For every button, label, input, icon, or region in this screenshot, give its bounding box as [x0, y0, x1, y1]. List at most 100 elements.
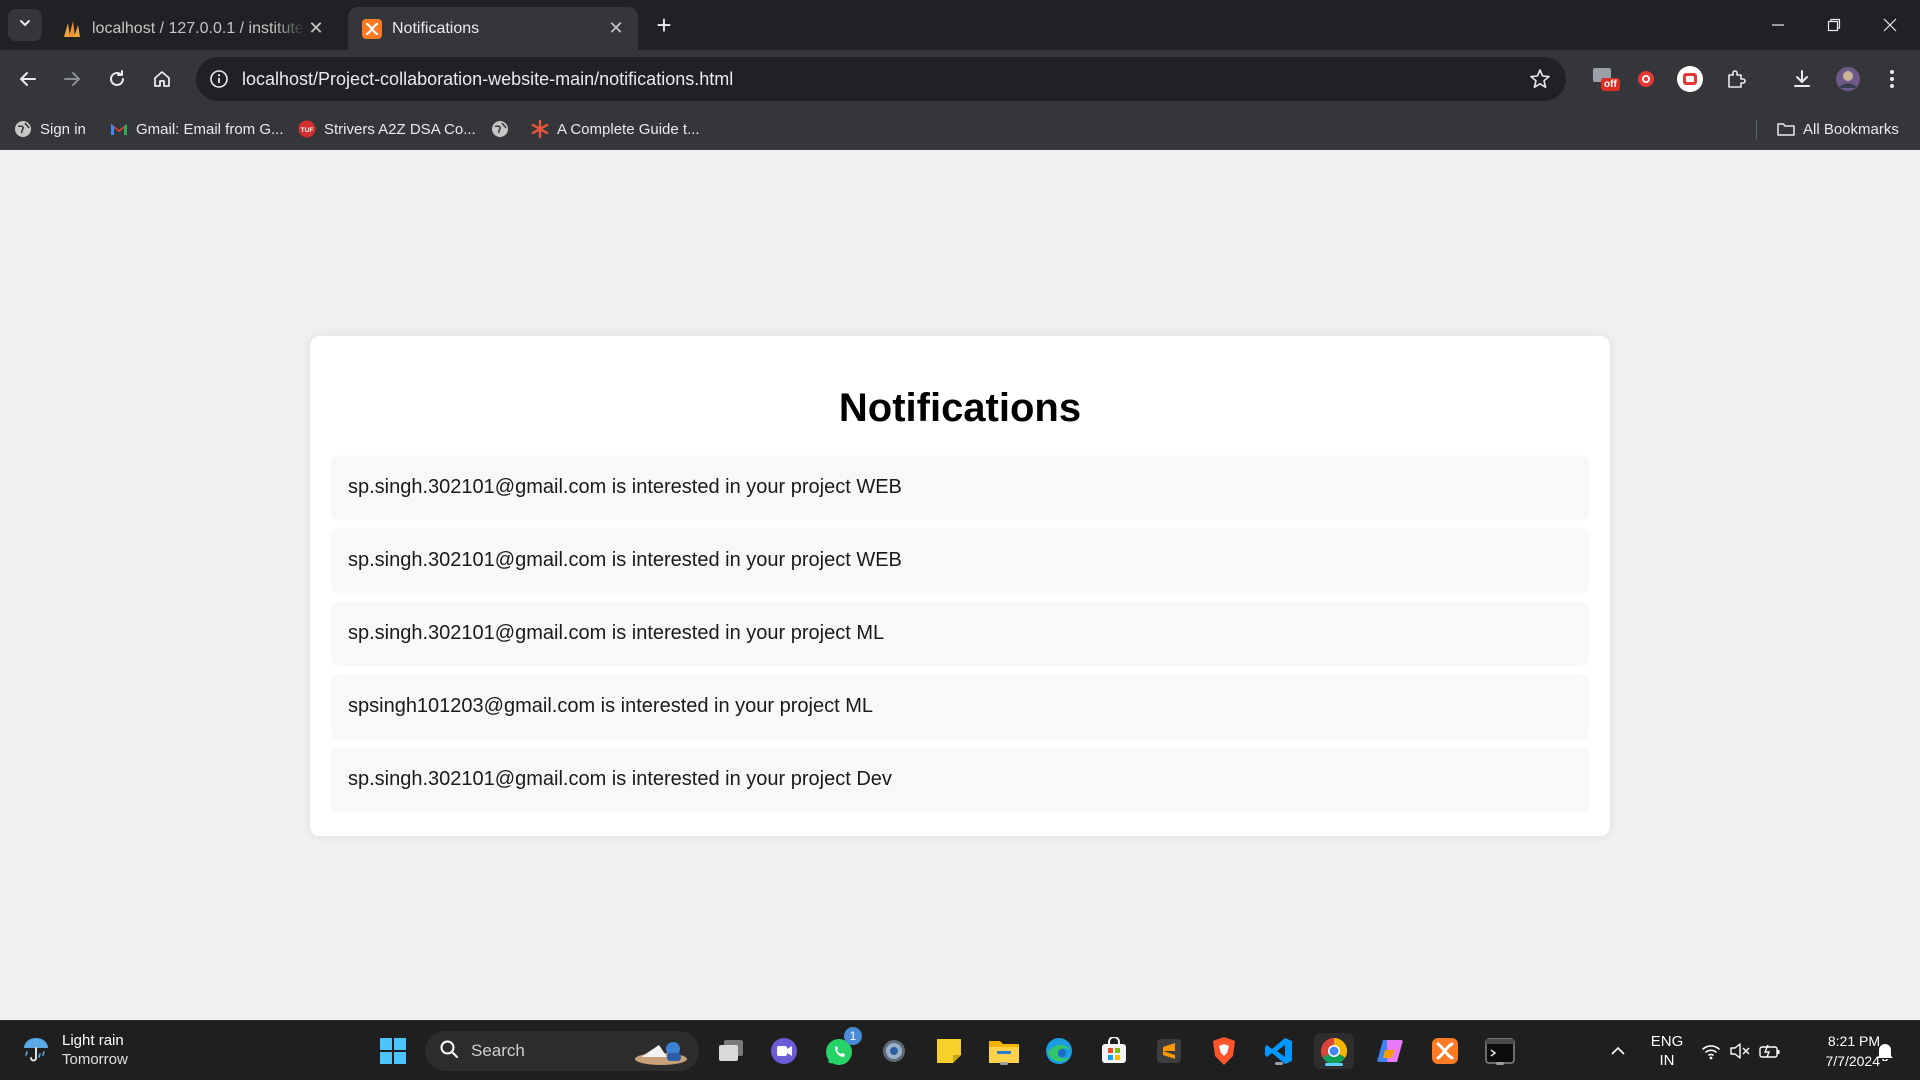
plus-icon: +	[656, 9, 672, 40]
bookmark-complete-guide[interactable]: A Complete Guide t...	[531, 117, 700, 141]
quick-settings-button[interactable]	[1696, 1033, 1786, 1069]
notification-center-button[interactable]	[1870, 1033, 1900, 1069]
taskbar-app-whatsapp[interactable]: 1	[822, 1027, 862, 1069]
close-icon[interactable]: ✕	[606, 18, 626, 39]
store-icon	[1102, 1037, 1126, 1063]
tab-title: Notifications	[392, 19, 480, 37]
new-tab-button[interactable]: +	[650, 9, 678, 40]
taskbar-search[interactable]: Search	[425, 1031, 699, 1071]
browser-toolbar: localhost/Project-collaboration-website-…	[0, 50, 1920, 108]
home-icon	[154, 71, 170, 87]
region-code: IN	[1659, 1052, 1675, 1069]
forward-button[interactable]	[56, 63, 88, 95]
task-view-button[interactable]	[713, 1033, 749, 1069]
search-label: Search	[471, 1041, 525, 1060]
record-icon	[1638, 71, 1654, 87]
minimize-icon	[1772, 24, 1784, 26]
taskbar-app-brave[interactable]	[1206, 1033, 1242, 1069]
tab-title: localhost / 127.0.0.1 / institute_	[92, 19, 306, 37]
profile-button[interactable]	[1832, 63, 1864, 95]
bookmark-untitled[interactable]	[491, 117, 517, 141]
close-icon	[1883, 18, 1897, 32]
taskbar: Light rain Tomorrow Search 1 ENG IN 8:21…	[0, 1020, 1920, 1080]
arrow-left-icon	[20, 72, 36, 86]
chrome-icon	[1320, 1037, 1348, 1065]
taskbar-app-sublime[interactable]	[1151, 1033, 1187, 1069]
gear-icon	[883, 1040, 905, 1062]
minimize-button[interactable]	[1750, 0, 1806, 50]
back-button[interactable]	[12, 63, 44, 95]
arrow-right-icon	[64, 72, 80, 86]
gmail-icon	[110, 120, 128, 138]
url-text[interactable]: localhost/Project-collaboration-website-…	[242, 69, 733, 90]
taskbar-app-meet[interactable]	[766, 1033, 802, 1069]
notification-item: spsingh101203@gmail.com is interested in…	[332, 675, 1588, 737]
system-clock[interactable]: 8:21 PM 7/7/2024	[1790, 1031, 1881, 1071]
page-title: Notifications	[838, 386, 1082, 430]
running-indicator	[1000, 1062, 1008, 1065]
tab-phpmyadmin[interactable]: localhost / 127.0.0.1 / institute_ ✕	[48, 7, 338, 50]
restore-button[interactable]	[1806, 0, 1862, 50]
bookmark-sign-in[interactable]: Sign in	[14, 117, 86, 141]
notification-item: sp.singh.302101@gmail.com is interested …	[332, 748, 1588, 810]
page-viewport: Notifications sp.singh.302101@gmail.com …	[0, 151, 1920, 1020]
bookmark-gmail[interactable]: Gmail: Email from G...	[110, 117, 284, 141]
extension-toggle[interactable]: off	[1588, 63, 1622, 95]
globe-icon	[491, 120, 509, 138]
reload-button[interactable]	[101, 63, 133, 95]
search-highlight-icon	[631, 1035, 691, 1072]
sticky-notes-icon	[937, 1039, 961, 1063]
taskbar-app-vscode[interactable]	[1261, 1033, 1297, 1069]
extension-button[interactable]	[1674, 63, 1706, 95]
all-bookmarks-label: All Bookmarks	[1803, 120, 1899, 138]
tab-notifications[interactable]: Notifications ✕	[348, 7, 638, 50]
taskbar-app-chrome[interactable]	[1314, 1033, 1354, 1069]
phpmyadmin-icon	[62, 19, 82, 39]
running-indicator	[1496, 1062, 1504, 1065]
tuf-icon: TUF	[298, 120, 316, 138]
folder-icon	[1777, 120, 1795, 138]
site-info-icon[interactable]	[206, 66, 232, 92]
bookmarks-divider	[1756, 120, 1757, 140]
taskbar-app-store[interactable]	[1096, 1033, 1132, 1069]
browser-menu-button[interactable]	[1876, 63, 1908, 95]
close-icon[interactable]: ✕	[306, 18, 326, 39]
home-button[interactable]	[146, 63, 178, 95]
show-hidden-icons-button[interactable]	[1600, 1033, 1636, 1069]
taskbar-app-terminal[interactable]	[1482, 1033, 1518, 1069]
bookmarks-bar: Sign in Gmail: Email from G... TUF Striv…	[0, 108, 1920, 150]
weather-condition: Light rain	[62, 1032, 124, 1049]
start-button[interactable]	[375, 1033, 411, 1069]
copilot-icon	[1377, 1040, 1403, 1062]
extension-button[interactable]	[1630, 63, 1662, 95]
xampp-icon	[362, 18, 382, 39]
extensions-menu-button[interactable]	[1720, 63, 1752, 95]
language-indicator[interactable]: ENG IN	[1645, 1032, 1689, 1070]
taskbar-app-settings[interactable]	[876, 1033, 912, 1069]
downloads-button[interactable]	[1786, 63, 1818, 95]
globe-icon	[14, 120, 32, 138]
svg-text:TUF: TUF	[301, 127, 314, 134]
clock-date: 7/7/2024	[1825, 1053, 1881, 1069]
all-bookmarks-button[interactable]: All Bookmarks	[1777, 117, 1899, 141]
address-bar[interactable]: localhost/Project-collaboration-website-…	[196, 57, 1566, 101]
xampp-icon	[1432, 1038, 1458, 1064]
weather-widget[interactable]: Light rain Tomorrow	[20, 1031, 128, 1069]
active-indicator	[1325, 1063, 1343, 1066]
tab-search-button[interactable]	[8, 9, 42, 41]
restore-icon	[1827, 18, 1841, 32]
reload-icon	[110, 70, 124, 86]
extension-icon: off	[1592, 66, 1620, 92]
media-icon	[1677, 66, 1703, 92]
taskbar-app-edge[interactable]	[1041, 1033, 1077, 1069]
video-chat-icon	[771, 1038, 797, 1064]
taskbar-app-sticky-notes[interactable]	[931, 1033, 967, 1069]
bookmark-strivers[interactable]: TUF Strivers A2Z DSA Co...	[298, 117, 476, 141]
clock-time: 8:21 PM	[1827, 1033, 1880, 1049]
umbrella-rain-icon	[20, 1032, 52, 1069]
taskbar-app-copilot[interactable]	[1372, 1033, 1408, 1069]
taskbar-app-xampp[interactable]	[1427, 1033, 1463, 1069]
taskbar-app-file-explorer[interactable]	[986, 1033, 1022, 1069]
bookmark-star-icon[interactable]	[1528, 67, 1552, 91]
close-window-button[interactable]	[1862, 0, 1918, 50]
